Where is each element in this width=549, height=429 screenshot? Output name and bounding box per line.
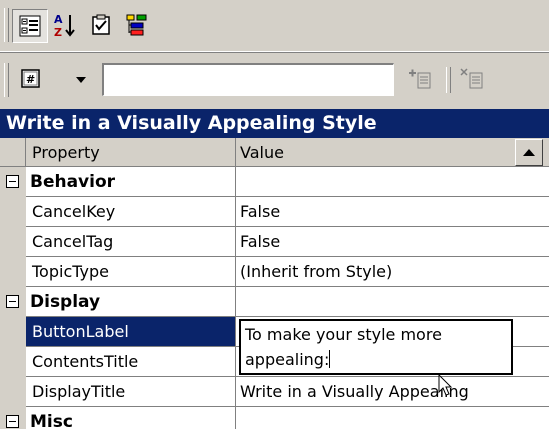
view-toolbar: A Z (0, 0, 549, 53)
editor-line-1: To make your style more (245, 325, 442, 344)
property-grid: Property Value Behavior CancelKey False … (0, 138, 549, 429)
property-row-displaytitle[interactable]: DisplayTitle Write in a Visually Appeali… (0, 377, 549, 407)
object-selector-button[interactable]: # (14, 63, 48, 95)
property-pages-button[interactable] (84, 9, 118, 41)
object-dropdown-arrow[interactable] (76, 63, 96, 97)
grid-header: Property Value (0, 138, 549, 167)
properties-icon (126, 14, 147, 36)
delete-item-icon (460, 68, 483, 89)
category-row-behavior[interactable]: Behavior (0, 167, 549, 197)
scroll-up-button[interactable] (515, 139, 543, 166)
scroll-up-icon (523, 149, 535, 156)
category-value (236, 407, 549, 429)
add-item-button[interactable] (404, 63, 438, 95)
category-value (236, 287, 549, 317)
property-name[interactable]: ContentsTitle (26, 347, 236, 377)
object-browser-button[interactable] (120, 9, 154, 41)
toolbar-separator (446, 67, 451, 93)
svg-text:A: A (54, 13, 63, 26)
chevron-down-icon (76, 77, 86, 83)
collapse-icon[interactable] (6, 415, 19, 428)
property-window: A Z # Write in a Visually Appealing Styl… (0, 0, 549, 429)
column-header-property[interactable]: Property (26, 138, 236, 167)
categorized-view-button[interactable] (12, 9, 48, 43)
property-value[interactable]: False (236, 197, 549, 227)
category-row-display[interactable]: Display (0, 287, 549, 317)
category-label: Misc (26, 407, 236, 429)
property-name[interactable]: DisplayTitle (26, 377, 236, 407)
add-item-icon (409, 69, 431, 89)
toolbar-grip[interactable] (4, 63, 9, 97)
property-name[interactable]: TopicType (26, 257, 236, 287)
property-value[interactable]: (Inherit from Style) (236, 257, 549, 287)
category-value (236, 167, 549, 197)
editor-line-2-text: appealing: (245, 350, 330, 369)
category-row-misc[interactable]: Misc (0, 407, 549, 429)
object-title: Write in a Visually Appealing Style (0, 109, 549, 138)
property-value[interactable]: Write in a Visually Appealing (236, 377, 549, 407)
category-label: Behavior (26, 167, 236, 197)
buttonlabel-editor[interactable]: To make your style more appealing: (239, 319, 513, 375)
property-name[interactable]: CancelKey (26, 197, 236, 227)
object-toolbar: # (0, 53, 549, 107)
collapse-icon[interactable] (6, 295, 19, 308)
property-name[interactable]: CancelTag (26, 227, 236, 257)
property-name[interactable]: ButtonLabel (26, 317, 236, 347)
column-header-value[interactable]: Value (236, 138, 549, 167)
property-row-topictype[interactable]: TopicType (Inherit from Style) (0, 257, 549, 287)
categorized-icon (19, 15, 41, 37)
sort-az-icon: A Z (54, 13, 75, 38)
alphabetical-sort-button[interactable]: A Z (48, 9, 82, 41)
svg-text:Z: Z (54, 26, 62, 38)
property-value[interactable]: False (236, 227, 549, 257)
toolbar-grip[interactable] (4, 8, 9, 42)
text-caret (329, 350, 331, 368)
editor-line-2: appealing: (245, 347, 507, 372)
category-label: Display (26, 287, 236, 317)
property-row-cancelkey[interactable]: CancelKey False (0, 197, 549, 227)
header-gutter (0, 138, 26, 167)
delete-item-button[interactable] (456, 63, 490, 95)
object-icon: # (21, 69, 40, 88)
checklist-icon (92, 14, 110, 35)
collapse-icon[interactable] (6, 175, 19, 188)
property-row-canceltag[interactable]: CancelTag False (0, 227, 549, 257)
mouse-cursor-icon (438, 373, 454, 402)
svg-text:#: # (26, 73, 35, 86)
object-name-input[interactable] (102, 63, 394, 96)
